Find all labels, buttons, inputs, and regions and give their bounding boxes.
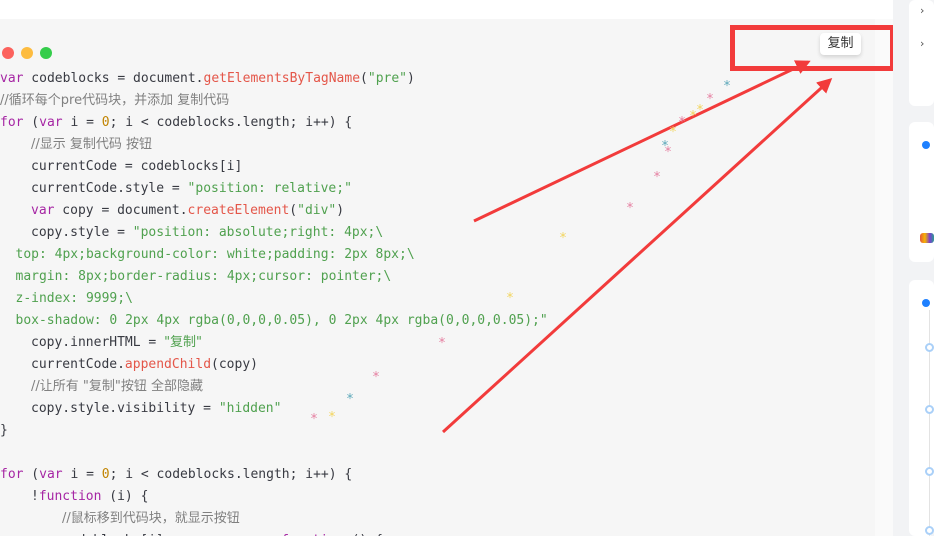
code-token: currentCode. bbox=[31, 357, 125, 372]
code-line: } bbox=[0, 420, 8, 442]
top-bar bbox=[0, 0, 893, 19]
code-line: //循环每个pre代码块，并添加 复制代码 bbox=[0, 90, 229, 112]
code-token: //鼠标移到代码块，就显示按钮 bbox=[62, 511, 240, 526]
code-token: "hidden" bbox=[218, 401, 282, 416]
code-token: z-index: 9999;\ bbox=[15, 291, 133, 306]
code-token: "复制" bbox=[164, 335, 203, 350]
code-token: for bbox=[0, 467, 24, 482]
code-token: ( bbox=[360, 71, 368, 86]
app-thumbnail-icon[interactable] bbox=[920, 233, 934, 243]
code-token: margin: 8px;border-radius: 4px;cursor: p… bbox=[15, 269, 392, 284]
code-token: (copy) bbox=[211, 357, 258, 372]
code-token: //让所有 "复制"按钮 全部隐藏 bbox=[31, 379, 203, 394]
timeline-dot-icon bbox=[925, 467, 934, 476]
code-line: currentCode.style = "position: relative;… bbox=[31, 178, 352, 200]
code-token: ! bbox=[31, 489, 39, 504]
code-line: //鼠标移到代码块，就显示按钮 bbox=[62, 508, 240, 530]
code-token: ( bbox=[23, 467, 40, 482]
code-line: //显示 复制代码 按钮 bbox=[31, 134, 152, 156]
code-token: 0 bbox=[101, 467, 110, 482]
code-line: var codeblocks = document.getElementsByT… bbox=[0, 68, 415, 90]
code-line: for (var i = 0; i < codeblocks.length; i… bbox=[0, 464, 352, 486]
code-token: var bbox=[31, 203, 55, 218]
code-token: i = bbox=[62, 467, 102, 482]
code-token: currentCode.style = bbox=[31, 181, 188, 196]
code-line: //让所有 "复制"按钮 全部隐藏 bbox=[31, 376, 203, 398]
timeline-dot-icon bbox=[925, 526, 934, 535]
code-line: copy.style = "position: absolute;right: … bbox=[31, 222, 383, 244]
code-token: function bbox=[38, 489, 102, 504]
code-token: i = bbox=[62, 115, 102, 130]
code-token: copy.style = bbox=[31, 225, 133, 240]
code-token: ) bbox=[336, 203, 345, 218]
code-line: copy.innerHTML = "复制" bbox=[31, 332, 202, 354]
status-dot-icon bbox=[922, 299, 930, 307]
code-token: currentCode = codeblocks[i] bbox=[31, 159, 243, 174]
code-line: var copy = document.createElement("div") bbox=[31, 200, 344, 222]
code-line: for (var i = 0; i < codeblocks.length; i… bbox=[0, 112, 352, 134]
code-token: "pre" bbox=[367, 71, 408, 86]
code-token: copy = document. bbox=[54, 203, 188, 218]
code-token: createElement bbox=[187, 203, 290, 218]
code-token: "div" bbox=[297, 203, 337, 218]
chevron-right-icon[interactable]: › bbox=[920, 4, 924, 17]
code-line: codeblocks[i].onmouseover = function () … bbox=[62, 530, 383, 536]
code-token: appendChild bbox=[124, 357, 212, 372]
code-token: //循环每个pre代码块，并添加 复制代码 bbox=[0, 93, 230, 108]
code-token: var bbox=[39, 115, 63, 130]
code-block: var codeblocks = document.getElementsByT… bbox=[0, 19, 875, 536]
code-token: 0 bbox=[101, 115, 110, 130]
code-token: var bbox=[0, 71, 24, 86]
code-token: "position: absolute;right: 4px;\ bbox=[132, 225, 384, 240]
chevron-right-icon[interactable]: › bbox=[920, 37, 924, 50]
status-dot-icon bbox=[922, 141, 930, 149]
code-line: box-shadow: 0 2px 4px rgba(0,0,0,0.05), … bbox=[16, 310, 548, 332]
code-token: "position: relative;" bbox=[187, 181, 352, 196]
annotation-highlight-box bbox=[730, 25, 895, 71]
code-token: top: 4px;background-color: white;padding… bbox=[15, 247, 415, 262]
code-token: var bbox=[39, 467, 63, 482]
code-token: ) bbox=[407, 71, 415, 86]
code-line: currentCode = codeblocks[i] bbox=[31, 156, 242, 178]
timeline-dot-icon bbox=[925, 405, 934, 414]
code-token: ; i < codeblocks.length; i++) { bbox=[109, 467, 353, 482]
code-line: currentCode.appendChild(copy) bbox=[31, 354, 258, 376]
code-block-edge bbox=[875, 19, 893, 536]
code-line: z-index: 9999;\ bbox=[16, 288, 133, 310]
code-line: top: 4px;background-color: white;padding… bbox=[16, 244, 415, 266]
close-dot-icon bbox=[2, 47, 14, 59]
code-token: getElementsByTagName bbox=[203, 71, 361, 86]
code-line: margin: 8px;border-radius: 4px;cursor: p… bbox=[16, 266, 392, 288]
code-token: ( bbox=[289, 203, 298, 218]
code-line: copy.style.visibility = "hidden" bbox=[31, 398, 281, 420]
code-token: ( bbox=[23, 115, 40, 130]
code-token: copy.style.visibility = bbox=[31, 401, 219, 416]
code-token: //显示 复制代码 按钮 bbox=[31, 137, 153, 152]
code-token: codeblocks = document. bbox=[23, 71, 204, 86]
code-line: !function (i) { bbox=[31, 486, 148, 508]
maximize-dot-icon bbox=[40, 47, 52, 59]
code-token: for bbox=[0, 115, 24, 130]
code-token: copy.innerHTML = bbox=[31, 335, 165, 350]
code-token: ; i < codeblocks.length; i++) { bbox=[109, 115, 353, 130]
code-token: (i) { bbox=[101, 489, 149, 504]
timeline-dot-icon bbox=[925, 343, 934, 352]
minimize-dot-icon bbox=[21, 47, 33, 59]
code-token: box-shadow: 0 2px 4px rgba(0,0,0,0.05), … bbox=[15, 313, 548, 328]
code-token: } bbox=[0, 423, 8, 438]
